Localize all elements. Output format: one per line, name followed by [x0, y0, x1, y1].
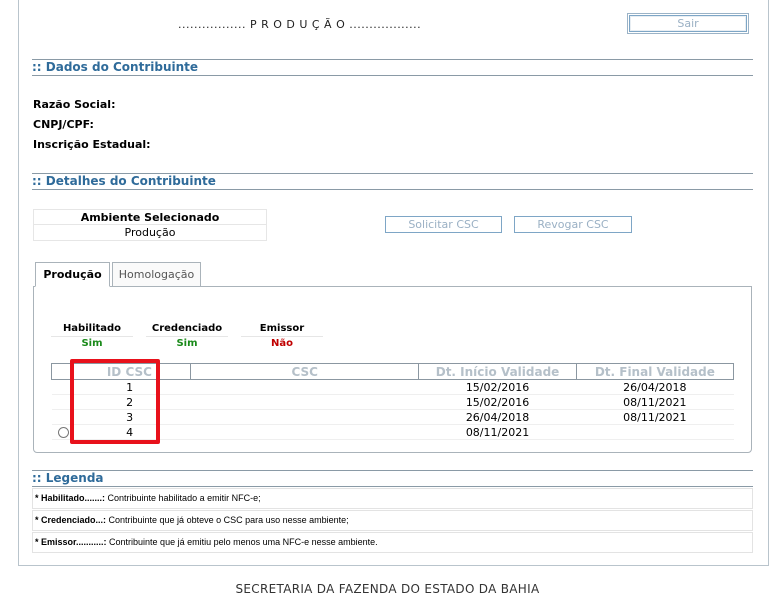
- flag-emissor: Emissor Não: [241, 322, 323, 352]
- row-select-cell[interactable]: [51, 424, 69, 440]
- row-select-radio[interactable]: [57, 427, 69, 438]
- row-select-cell: [51, 409, 69, 425]
- razao-social-label: Razão Social:: [33, 98, 116, 111]
- cell-final: 26/04/2018: [576, 379, 734, 395]
- cell-inicio: 26/04/2018: [418, 409, 577, 425]
- environment-title: ................. P R O D U Ç Ã O ......…: [178, 18, 422, 31]
- cell-final: [576, 424, 734, 440]
- revogar-csc-button[interactable]: Revogar CSC: [514, 216, 632, 233]
- cell-final: 08/11/2021: [576, 394, 734, 410]
- row-select-cell: [51, 379, 69, 395]
- flag-credenciado: Credenciado Sim: [146, 322, 228, 352]
- cell-csc: [190, 379, 419, 395]
- legend-item-emissor: * Emissor...........: Contribuinte que j…: [32, 532, 753, 553]
- inscricao-estadual-label: Inscrição Estadual:: [33, 138, 151, 151]
- tab-homologacao[interactable]: Homologação: [112, 262, 201, 287]
- row-select-cell: [51, 394, 69, 410]
- exit-button[interactable]: Sair: [627, 13, 749, 34]
- flag-emissor-value: Não: [271, 338, 293, 349]
- flag-credenciado-label: Credenciado: [146, 322, 228, 337]
- legend-text: Contribuinte habilitado a emitir NFC-e;: [105, 493, 261, 503]
- header-csc: CSC: [190, 363, 420, 380]
- ambiente-header: Ambiente Selecionado: [34, 210, 266, 225]
- legend-text: Contribuinte que já obteve o CSC para us…: [106, 515, 349, 525]
- cell-final: 08/11/2021: [576, 409, 734, 425]
- flag-habilitado-value: Sim: [81, 338, 103, 349]
- ambiente-selecionado-box: Ambiente Selecionado Produção: [33, 209, 267, 241]
- legend-term: * Emissor...........:: [35, 537, 107, 547]
- flag-emissor-label: Emissor: [241, 322, 323, 337]
- section-detalhes-contribuinte: :: Detalhes do Contribuinte: [32, 173, 753, 190]
- tab-producao[interactable]: Produção: [35, 262, 110, 287]
- cell-csc: [190, 424, 419, 440]
- header-dt-final: Dt. Final Validade: [575, 363, 735, 380]
- cell-inicio: 08/11/2021: [418, 424, 577, 440]
- cell-inicio: 15/02/2016: [418, 394, 577, 410]
- cnpj-label: CNPJ/CPF:: [33, 118, 94, 131]
- legend-item-habilitado: * Habilitado.......: Contribuinte habili…: [32, 488, 753, 509]
- section-legenda: :: Legenda: [32, 470, 753, 487]
- header-dt-inicio: Dt. Início Validade: [418, 363, 577, 380]
- legend-text: Contribuinte que já emitiu pelo menos um…: [106, 537, 378, 547]
- legend-term: * Habilitado.......:: [35, 493, 106, 503]
- cell-csc: [190, 409, 419, 425]
- ambiente-value: Produção: [124, 226, 176, 239]
- section-dados-contribuinte: :: Dados do Contribuinte: [32, 59, 753, 76]
- flag-credenciado-value: Sim: [176, 338, 198, 349]
- flag-habilitado-label: Habilitado: [51, 322, 133, 337]
- highlight-box-id-csc: [70, 359, 160, 444]
- solicitar-csc-button[interactable]: Solicitar CSC: [385, 216, 502, 233]
- cell-csc: [190, 394, 419, 410]
- select-column-header: [50, 363, 69, 380]
- flag-habilitado: Habilitado Sim: [51, 322, 133, 352]
- cell-inicio: 15/02/2016: [418, 379, 577, 395]
- legend-term: * Credenciado...:: [35, 515, 107, 525]
- legend-item-credenciado: * Credenciado...: Contribuinte que já ob…: [32, 510, 753, 531]
- footer-text: SECRETARIA DA FAZENDA DO ESTADO DA BAHIA: [235, 582, 540, 596]
